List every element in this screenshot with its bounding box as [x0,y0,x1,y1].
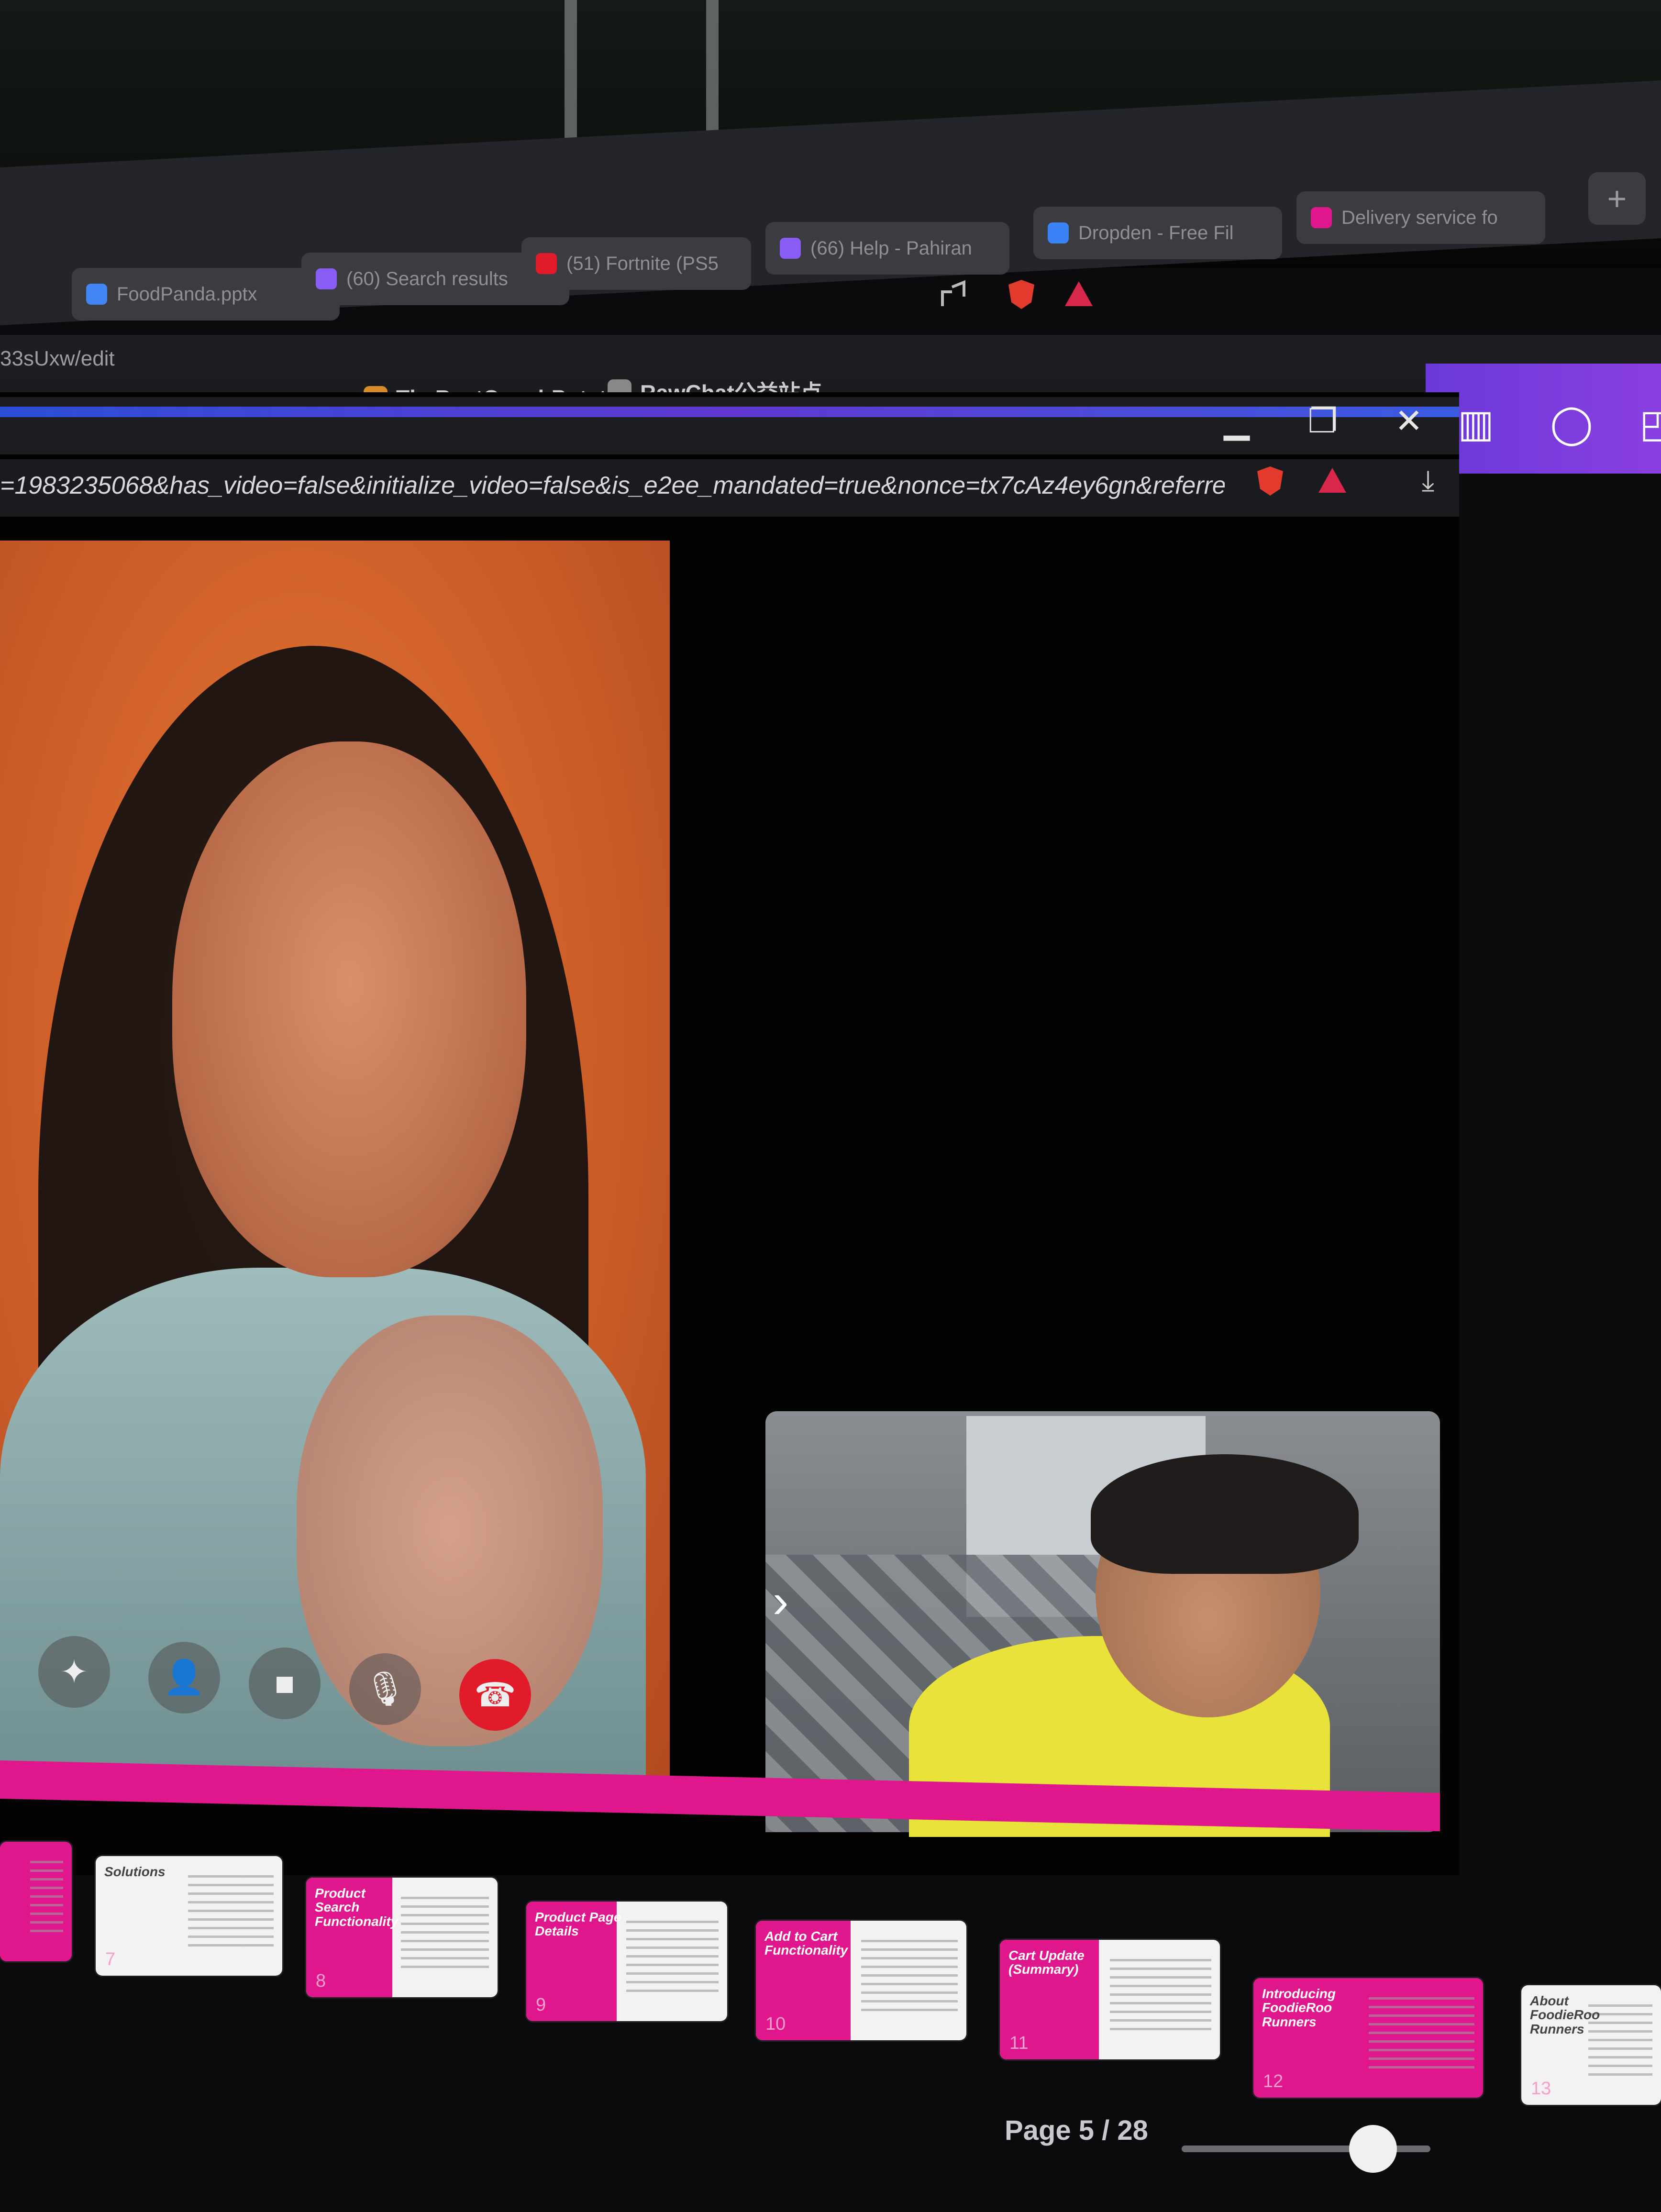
slide-title: Add to Cart Functionality [764,1929,848,1958]
tab-favicon-icon [316,268,337,289]
slide-thumbnail[interactable]: Product Page Details 9 [526,1902,727,2021]
slide-number: 13 [1531,2079,1551,2099]
video-camera-icon: ■ [274,1665,295,1702]
tab-label: (60) Search results [346,268,508,289]
tab-favicon-icon [780,238,801,259]
slide-title: Solutions [104,1864,166,1879]
slide-thumbnail[interactable]: Product Search Functionality 8 [306,1878,498,1997]
tab-label: FoodPanda.pptx [117,283,257,305]
browser-tab[interactable]: Delivery service fo [1296,191,1545,244]
close-button[interactable]: ✕ [1387,399,1430,442]
maximize-button[interactable]: ❐ [1301,399,1344,442]
tab-favicon-icon [536,253,557,274]
tab-favicon-icon [1311,207,1332,228]
slide-thumbnail[interactable] [0,1842,72,1961]
slide-number: 8 [316,1971,326,1991]
brave-shields-icon[interactable] [1249,459,1292,502]
slide-body-text [1369,1997,1474,2069]
browser-tab[interactable]: (51) Fortnite (PS5 [521,237,751,290]
tab-label: Dropden - Free Fil [1078,222,1234,243]
browser-tab[interactable]: FoodPanda.pptx [72,268,340,321]
tab-label: (51) Fortnite (PS5 [566,253,719,274]
address-text[interactable]: 33sUxw/edit [0,347,115,371]
tab-favicon-icon [1048,222,1069,243]
slide-title: Cart Update (Summary) [1008,1948,1085,1977]
slide-number: 9 [536,1995,546,2015]
sparkle-icon: ✦ [60,1653,89,1691]
present-icon[interactable]: ◰ [1631,397,1661,450]
slide-body-text [401,1897,489,1969]
tab-favicon-icon [86,284,107,305]
comment-icon[interactable]: ◯ [1545,397,1598,450]
end-call-button[interactable]: ☎ [459,1659,531,1731]
remote-participant-face [172,741,526,1277]
tab-label: Delivery service fo [1341,207,1498,228]
brave-shields-icon[interactable] [1005,277,1038,311]
slide-title: Product Page Details [535,1910,621,1939]
microphone-icon: 🎙 [364,1670,407,1707]
slide-body-text [861,1940,958,2012]
remote-participant-hand [297,1316,603,1746]
self-view-hair [1091,1454,1359,1574]
slide-thumbnail[interactable]: Solutions 7 [96,1856,282,1976]
popup-url-text[interactable]: =1983235068&has_video=false&initialize_v… [0,471,1225,500]
add-person-icon: 👤 [163,1659,205,1696]
slide-thumbnail[interactable]: Cart Update (Summary) 11 [1000,1940,1220,2059]
slide-thumbnail[interactable]: Introducing FoodieRoo Runners 12 [1253,1978,1483,2098]
camera-button[interactable]: ■ [249,1648,321,1719]
download-icon[interactable]: ⤓ [1406,459,1450,502]
slide-body-text [626,1921,719,1992]
effects-button[interactable]: ✦ [38,1636,110,1708]
page-indicator: Page 5 / 28 [1005,2115,1148,2146]
slide-number: 10 [765,2014,786,2034]
slide-thumbnail[interactable]: Add to Cart Functionality 10 [756,1921,966,2040]
minimize-button[interactable]: ▁ [1215,399,1258,442]
slide-title: Product Search Functionality [315,1886,399,1929]
new-tab-button[interactable]: + [1588,172,1646,225]
slide-title: Introducing FoodieRoo Runners [1262,1986,1336,2029]
slide-number: 12 [1263,2071,1284,2091]
add-person-button[interactable]: 👤 [148,1642,220,1714]
mic-button[interactable]: 🎙 [349,1653,421,1725]
tab-label: (66) Help - Pahiran [810,237,972,259]
slide-number: 7 [105,1949,116,1969]
chevron-right-icon[interactable]: › [773,1574,788,1629]
zoom-slider-handle[interactable] [1349,2125,1397,2173]
slide-number: 11 [1009,2033,1029,2053]
brave-rewards-icon[interactable] [1062,277,1096,311]
slide-title: About FoodieRoo Runners [1530,1993,1600,2036]
hang-up-icon: ☎ [474,1676,516,1714]
slide-body-text [1110,1959,1211,2031]
brave-rewards-icon[interactable] [1311,459,1354,502]
slide-thumbnail[interactable]: About FoodieRoo Runners 13 [1521,1985,1661,2105]
slide-body-text [188,1875,274,1947]
slide-body-text [30,1861,63,1933]
browser-tab[interactable]: Dropden - Free Fil [1033,207,1282,259]
slide-accent-panel [0,1842,33,1961]
share-icon[interactable] [938,277,971,311]
browser-tab[interactable]: (66) Help - Pahiran [765,222,1009,275]
